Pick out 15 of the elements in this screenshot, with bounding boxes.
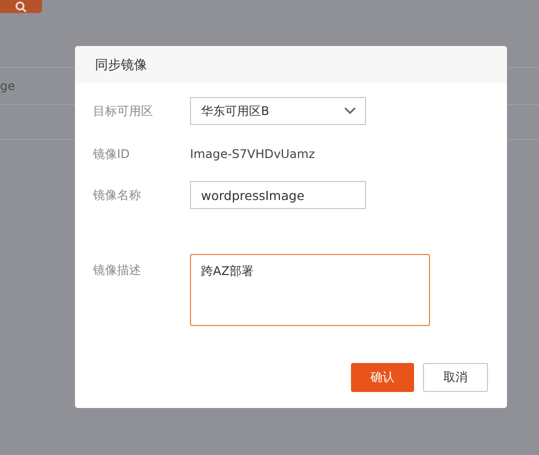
zone-select[interactable]: 华东可用区B	[190, 97, 366, 125]
description-field[interactable]: 跨AZ部署	[190, 254, 430, 326]
input-field[interactable]: wordpressImage	[190, 181, 366, 209]
field-label: 镜像描述	[93, 262, 142, 279]
field-value: Image-S7VHDvUamz	[190, 147, 315, 161]
field-label: 镜像ID	[93, 146, 131, 162]
search-button[interactable]	[0, 0, 42, 13]
cancel-button[interactable]: 取消	[423, 363, 488, 392]
confirm-button[interactable]: 确认	[351, 363, 414, 392]
dialog-title: 同步镜像	[95, 56, 147, 74]
field-label: 镜像名称	[93, 186, 142, 204]
chevron-down-icon	[344, 107, 356, 115]
search-icon	[15, 1, 27, 13]
field-label: 目标可用区	[93, 102, 154, 120]
table-cell: ge	[0, 79, 15, 93]
